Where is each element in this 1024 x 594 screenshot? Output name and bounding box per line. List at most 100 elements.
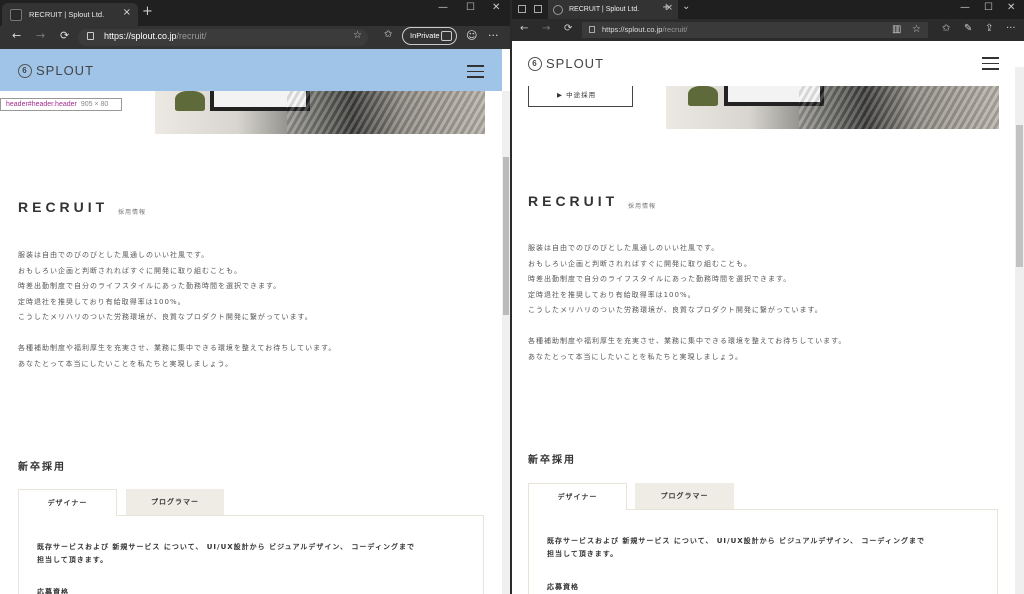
- tab-preview-icon[interactable]: [534, 5, 542, 13]
- reading-view-icon[interactable]: ▥: [892, 24, 901, 35]
- plant-image: [688, 86, 718, 106]
- lock-icon: [87, 32, 94, 40]
- inprivate-button[interactable]: InPrivate: [402, 27, 457, 45]
- scrollbar[interactable]: [502, 91, 510, 594]
- newgrad-title: 新卒採用: [528, 455, 576, 466]
- tabs-chevron-icon[interactable]: ⌄: [682, 1, 690, 12]
- url-text: https://splout.co.jp/recruit/: [602, 25, 688, 34]
- intro-line: おもしろい企画と判断されればすぐに開発に取り組むことも。: [18, 266, 242, 275]
- tab-strip: RECRUIT | Splout Ltd. × + — ☐ ✕: [0, 0, 510, 26]
- favorite-star-icon[interactable]: ☆: [912, 24, 921, 35]
- logo-text: SPLOUT: [36, 63, 95, 78]
- forward-icon[interactable]: →: [36, 29, 45, 42]
- job-description: 既存サービスおよび 新規サービス について、 UI/UX設計から ビジュアルデザ…: [37, 541, 415, 567]
- newgrad-title: 新卒採用: [18, 462, 66, 473]
- favorites-icon[interactable]: ✩: [942, 23, 950, 34]
- address-bar[interactable]: https://splout.co.jp/recruit/ ☆: [78, 29, 368, 46]
- notes-icon[interactable]: ✎: [964, 23, 972, 34]
- job-description: 既存サービスおよび 新規サービス について、 UI/UX設計から ビジュアルデザ…: [547, 535, 925, 561]
- site-header: 6 SPLOUT: [512, 41, 1015, 86]
- tab-programmer[interactable]: プログラマー: [635, 483, 734, 510]
- intro-line: 定時退社を推奨しており有給取得率は100%。: [528, 290, 696, 299]
- intro-paragraph: 服装は自由でのびのびとした風通しのいい社風です。 おもしろい企画と判断されればすぐ…: [528, 241, 846, 365]
- recruit-subtitle: 採用情報: [118, 209, 147, 216]
- tab-title: RECRUIT | Splout Ltd.: [29, 10, 105, 19]
- job-description-line: 既存サービスおよび 新規サービス について、 UI/UX設計から ビジュアルデザ…: [37, 543, 415, 551]
- recruit-title: RECRUIT: [18, 199, 109, 215]
- new-tab-button[interactable]: +: [142, 4, 153, 19]
- intro-paragraph: 服装は自由でのびのびとした風通しのいい社風です。おもしろい企画と判断されればすぐ…: [18, 248, 336, 372]
- devtools-size: 905 × 80: [80, 101, 109, 108]
- hero-image: [666, 86, 999, 129]
- favorite-star-icon[interactable]: ☆: [353, 30, 362, 41]
- back-icon[interactable]: ←: [12, 29, 21, 42]
- hamburger-icon[interactable]: [982, 57, 999, 74]
- job-description-line: 既存サービスおよび 新規サービス について、 UI/UX設計から ビジュアルデザ…: [547, 537, 925, 545]
- favorites-icon[interactable]: ✩: [384, 29, 392, 40]
- tab-title: RECRUIT | Splout Ltd.: [569, 6, 640, 13]
- toolbar: ← → ⟳ https://splout.co.jp/recruit/ ▥ ☆ …: [512, 19, 1024, 41]
- address-bar[interactable]: https://splout.co.jp/recruit/ ▥ ☆: [582, 22, 928, 38]
- maximize-icon[interactable]: ☐: [984, 2, 993, 13]
- close-window-icon[interactable]: ✕: [1007, 2, 1015, 13]
- close-tab-icon[interactable]: ×: [123, 7, 131, 18]
- intro-line: あなたとって本当にしたいことを私たちと実現しましょう。: [18, 359, 234, 368]
- intro-line: 服装は自由でのびのびとした風通しのいい社風です。: [528, 244, 720, 252]
- tab-programmer[interactable]: プログラマー: [126, 489, 224, 516]
- scrollbar[interactable]: [1015, 67, 1024, 594]
- left-browser-window: RECRUIT | Splout Ltd. × + — ☐ ✕ ← → ⟳ ht…: [0, 0, 510, 594]
- minimize-icon[interactable]: —: [960, 2, 970, 13]
- site-header: 6 SPLOUT: [0, 49, 502, 91]
- hero-image: [155, 91, 485, 134]
- share-icon[interactable]: ⇪: [985, 23, 993, 34]
- intro-line: [528, 319, 846, 335]
- requirements-label: 応募資格: [547, 583, 579, 591]
- refresh-icon[interactable]: ⟳: [60, 29, 69, 42]
- scrollbar-thumb[interactable]: [1016, 125, 1023, 267]
- site-logo[interactable]: 6 SPLOUT: [18, 63, 94, 78]
- inprivate-icon: [441, 31, 452, 41]
- feedback-icon[interactable]: ☺: [466, 29, 477, 42]
- maximize-icon[interactable]: ☐: [466, 2, 475, 13]
- requirements-label: 応募資格: [37, 588, 69, 594]
- intro-line: 各種補助制度や福利厚生を充実させ、業務に集中できる環境を整えてお待ちしています。: [18, 344, 337, 352]
- more-icon[interactable]: ···: [1006, 23, 1016, 34]
- hamburger-icon[interactable]: [467, 65, 484, 82]
- plant-image: [175, 91, 205, 111]
- intro-line: こうしたメリハリのついた労務環境が、良質なプロダクト開発に繋がっています。: [18, 313, 313, 321]
- sweater-texture: [287, 91, 485, 134]
- recruit-title: RECRUIT: [528, 193, 619, 209]
- devtools-selector: header#header.header: [6, 101, 77, 108]
- tab-strip: RECRUIT | Splout Ltd. × + ⌄ — ☐ ✕: [512, 0, 1024, 19]
- browser-tab[interactable]: RECRUIT | Splout Ltd. ×: [2, 3, 138, 26]
- logo-mark-icon: 6: [528, 56, 542, 71]
- job-description-line: 担当して頂きます。: [37, 556, 109, 564]
- intro-line: 各種補助制度や福利厚生を充実させ、業務に集中できる環境を整えてお待ちしています。: [528, 337, 847, 345]
- minimize-icon[interactable]: —: [438, 2, 448, 13]
- intro-line: 服装は自由でのびのびとした風通しのいい社風です。: [18, 251, 210, 259]
- site-logo[interactable]: 6 SPLOUT: [528, 56, 604, 71]
- page-viewport: 6 SPLOUT header#header.header 905 × 80 RE…: [0, 49, 510, 594]
- tabs-aside-icon[interactable]: [518, 5, 526, 13]
- tab-designer[interactable]: デザイナー: [18, 489, 117, 516]
- scrollbar-thumb[interactable]: [503, 157, 509, 315]
- logo-text: SPLOUT: [546, 56, 605, 71]
- forward-icon[interactable]: →: [542, 23, 550, 34]
- intro-line: 時差出勤制度で自分のライフスタイルにあった勤務時間を選択できます。: [528, 275, 792, 283]
- browser-tab[interactable]: RECRUIT | Splout Ltd. ×: [548, 0, 678, 19]
- close-window-icon[interactable]: ✕: [492, 2, 500, 13]
- back-icon[interactable]: ←: [520, 23, 528, 34]
- refresh-icon[interactable]: ⟳: [564, 23, 572, 34]
- intro-line: こうしたメリハリのついた労務環境が、良質なプロダクト開発に繋がっています。: [528, 306, 823, 314]
- recruit-subtitle: 採用情報: [628, 203, 657, 210]
- intro-line: 定時退社を推奨しており有給取得率は100%。: [18, 297, 186, 306]
- intro-line: [18, 326, 336, 342]
- new-tab-button[interactable]: +: [662, 2, 670, 13]
- tab-designer[interactable]: デザイナー: [528, 483, 627, 510]
- page-viewport: ▶ 中途採用 6 SPLOUT RECRUIT 採用情報 服装は自由でのびのびと…: [512, 41, 1024, 594]
- intro-line: あなたとって本当にしたいことを私たちと実現しましょう。: [528, 352, 744, 361]
- more-icon[interactable]: ···: [488, 29, 499, 42]
- favicon-icon: [553, 4, 563, 15]
- devtools-tooltip: header#header.header 905 × 80: [0, 98, 122, 111]
- favicon-icon: [10, 8, 22, 21]
